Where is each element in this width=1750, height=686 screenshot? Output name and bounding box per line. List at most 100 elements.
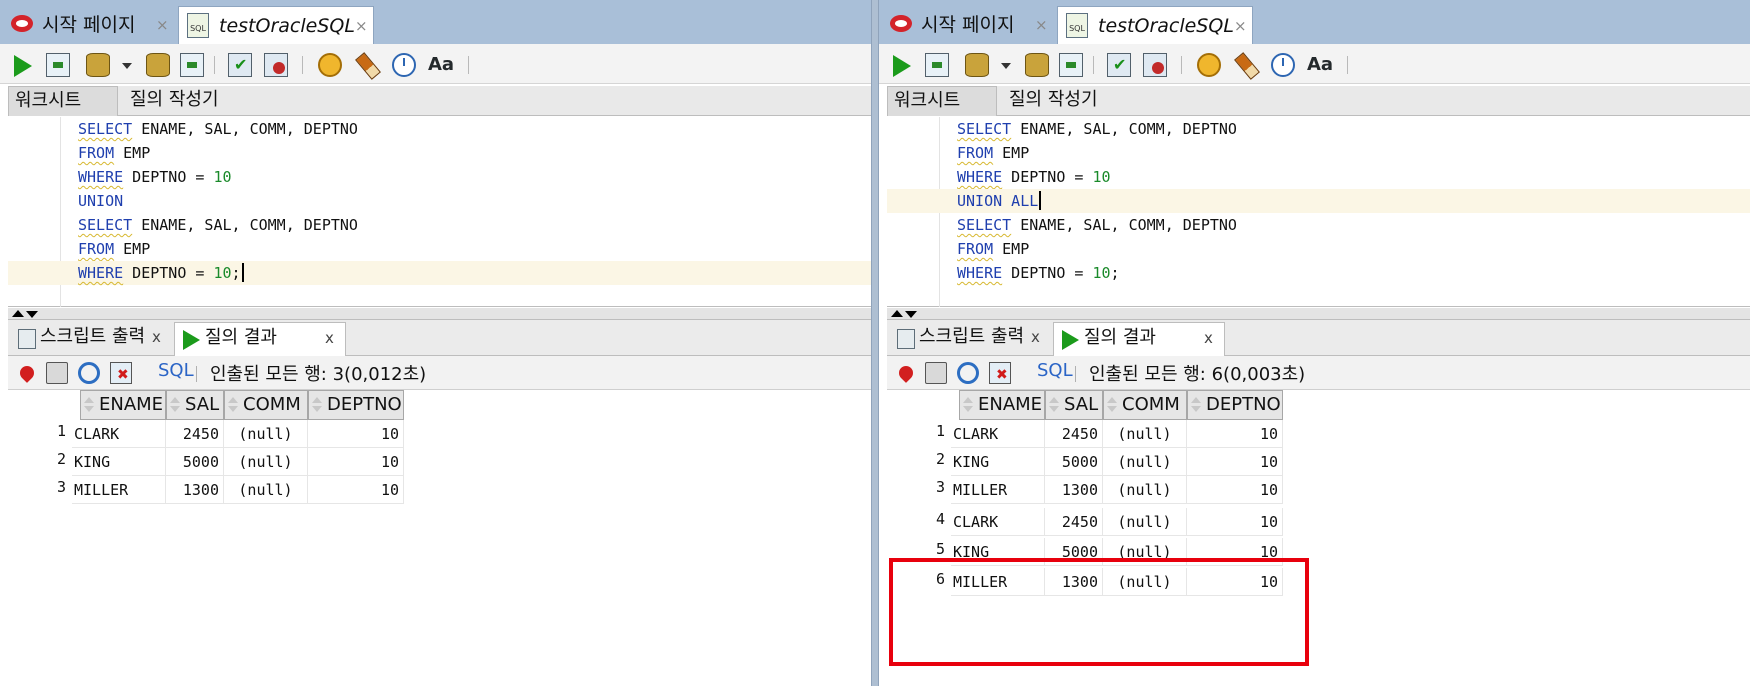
table-row[interactable]: 2 KING 5000 (null) 10	[8, 448, 871, 476]
cell-ename[interactable]: CLARK	[72, 420, 166, 448]
cell-ename[interactable]: KING	[72, 448, 166, 476]
cell-deptno[interactable]: 10	[1187, 448, 1283, 476]
cell-deptno[interactable]: 10	[308, 448, 404, 476]
cell-sal[interactable]: 1300	[166, 476, 224, 504]
column-header-sal[interactable]: SAL	[166, 390, 224, 420]
column-header-ename[interactable]: ENAME	[80, 390, 166, 420]
expand-up-icon[interactable]	[12, 310, 24, 317]
cell-comm[interactable]: (null)	[1103, 508, 1187, 536]
column-header-ename[interactable]: ENAME	[959, 390, 1045, 420]
cell-ename[interactable]: CLARK	[951, 420, 1045, 448]
sql-tuning-icon[interactable]	[318, 53, 342, 77]
close-icon[interactable]: ×	[1234, 7, 1247, 45]
tab-query-result[interactable]: 질의 결과 x	[174, 322, 346, 356]
sql-history-icon[interactable]	[392, 53, 416, 77]
clear-eraser-icon[interactable]	[355, 52, 381, 80]
column-header-comm[interactable]: COMM	[224, 390, 308, 420]
run-script-icon[interactable]	[925, 53, 949, 77]
tab-test-oracle-sql[interactable]: SQL testOracleSQL ×	[1057, 6, 1253, 44]
close-icon[interactable]: ×	[355, 7, 368, 45]
tab-test-oracle-sql[interactable]: SQL testOracleSQL ×	[178, 6, 374, 44]
run-statement-icon[interactable]	[893, 55, 911, 77]
refresh-icon[interactable]	[957, 362, 979, 384]
sql-editor[interactable]: SELECT ENAME, SAL, COMM, DEPTNO FROM EMP…	[8, 117, 871, 307]
table-row[interactable]: 3 MILLER 1300 (null) 10	[887, 476, 1750, 504]
cell-deptno[interactable]: 10	[308, 476, 404, 504]
cell-comm[interactable]: (null)	[1103, 476, 1187, 504]
pin-icon[interactable]	[17, 363, 37, 383]
editor-result-splitter[interactable]	[8, 308, 871, 320]
tab-worksheet[interactable]: 워크시트	[887, 86, 997, 116]
column-header-sal[interactable]: SAL	[1045, 390, 1103, 420]
table-row[interactable]: 4 CLARK 2450 (null) 10	[887, 508, 1750, 536]
tab-script-output[interactable]: 스크립트 출력 x	[891, 322, 1049, 356]
chevron-down-icon[interactable]	[1001, 63, 1011, 69]
sql-link[interactable]: SQL	[1037, 360, 1073, 381]
autotrace-icon[interactable]	[180, 53, 204, 77]
cell-sal[interactable]: 2450	[1045, 420, 1103, 448]
cell-comm[interactable]: (null)	[1103, 420, 1187, 448]
rollback-icon[interactable]	[264, 53, 288, 77]
autotrace-icon[interactable]	[1059, 53, 1083, 77]
close-icon[interactable]: ×	[156, 6, 169, 44]
expand-up-icon[interactable]	[891, 310, 903, 317]
sql-editor[interactable]: SELECT ENAME, SAL, COMM, DEPTNO FROM EMP…	[887, 117, 1750, 307]
cell-comm[interactable]: (null)	[1103, 448, 1187, 476]
tab-query-result[interactable]: 질의 결과 x	[1053, 322, 1225, 356]
cell-sal[interactable]: 2450	[1045, 508, 1103, 536]
chevron-down-icon[interactable]	[122, 63, 132, 69]
table-row[interactable]: 1 CLARK 2450 (null) 10	[887, 420, 1750, 448]
cell-ename[interactable]: MILLER	[951, 476, 1045, 504]
table-row[interactable]: 1 CLARK 2450 (null) 10	[8, 420, 871, 448]
cell-sal[interactable]: 1300	[1045, 476, 1103, 504]
rollback-icon[interactable]	[1143, 53, 1167, 77]
database-connection-icon[interactable]	[965, 53, 989, 77]
explain-plan-icon[interactable]	[1025, 53, 1049, 77]
column-header-comm[interactable]: COMM	[1103, 390, 1187, 420]
tab-query-builder[interactable]: 질의 작성기	[1009, 86, 1098, 116]
cell-deptno[interactable]: 10	[1187, 508, 1283, 536]
tab-script-output[interactable]: 스크립트 출력 x	[12, 322, 170, 356]
cell-ename[interactable]: CLARK	[951, 508, 1045, 536]
column-header-deptno[interactable]: DEPTNO	[1187, 390, 1283, 420]
clear-results-icon[interactable]	[110, 362, 132, 384]
close-icon[interactable]: x	[325, 323, 334, 353]
editor-result-splitter[interactable]	[887, 308, 1750, 320]
cell-comm[interactable]: (null)	[224, 448, 308, 476]
expand-down-icon[interactable]	[26, 311, 38, 318]
commit-icon[interactable]	[1107, 53, 1131, 77]
format-font-icon[interactable]: Aa	[428, 53, 454, 77]
print-icon[interactable]	[925, 362, 947, 384]
cell-ename[interactable]: MILLER	[72, 476, 166, 504]
tab-start-page[interactable]: 시작 페이지 ×	[885, 6, 1053, 44]
explain-plan-icon[interactable]	[146, 53, 170, 77]
run-statement-icon[interactable]	[14, 55, 32, 77]
run-script-icon[interactable]	[46, 53, 70, 77]
refresh-icon[interactable]	[78, 362, 100, 384]
print-icon[interactable]	[46, 362, 68, 384]
cell-deptno[interactable]: 10	[1187, 420, 1283, 448]
cell-comm[interactable]: (null)	[224, 476, 308, 504]
format-font-icon[interactable]: Aa	[1307, 53, 1333, 77]
cell-deptno[interactable]: 10	[1187, 476, 1283, 504]
tab-worksheet[interactable]: 워크시트	[8, 86, 118, 116]
cell-deptno[interactable]: 10	[308, 420, 404, 448]
column-header-deptno[interactable]: DEPTNO	[308, 390, 404, 420]
table-row[interactable]: 2 KING 5000 (null) 10	[887, 448, 1750, 476]
clear-results-icon[interactable]	[989, 362, 1011, 384]
close-icon[interactable]: x	[1204, 323, 1213, 353]
cell-sal[interactable]: 5000	[166, 448, 224, 476]
clear-eraser-icon[interactable]	[1234, 52, 1260, 80]
table-row[interactable]: 3 MILLER 1300 (null) 10	[8, 476, 871, 504]
tab-query-builder[interactable]: 질의 작성기	[130, 86, 219, 116]
sql-history-icon[interactable]	[1271, 53, 1295, 77]
commit-icon[interactable]	[228, 53, 252, 77]
pin-icon[interactable]	[896, 363, 916, 383]
cell-ename[interactable]: KING	[951, 448, 1045, 476]
close-icon[interactable]: x	[1031, 322, 1040, 352]
sql-link[interactable]: SQL	[158, 360, 194, 381]
cell-sal[interactable]: 2450	[166, 420, 224, 448]
close-icon[interactable]: ×	[1035, 6, 1048, 44]
database-connection-icon[interactable]	[86, 53, 110, 77]
expand-down-icon[interactable]	[905, 311, 917, 318]
